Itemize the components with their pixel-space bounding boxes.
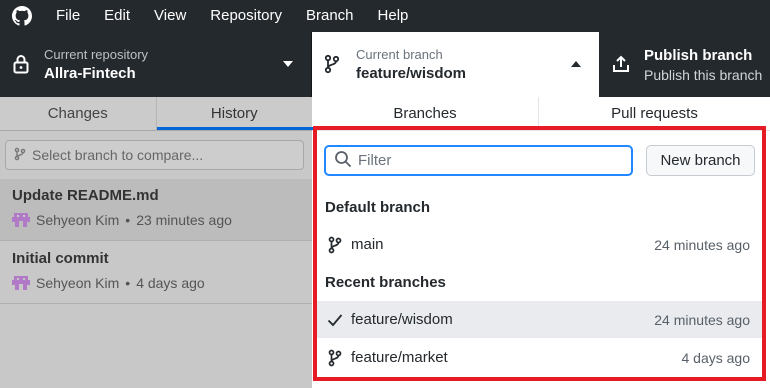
git-branch-icon [324, 54, 342, 74]
chevron-down-icon [283, 61, 293, 67]
current-repository-button[interactable]: Current repository Allra-Fintech [0, 32, 312, 97]
menu-repository[interactable]: Repository [198, 0, 294, 32]
tab-changes[interactable]: Changes [0, 97, 157, 130]
branch-item-feature-market[interactable]: feature/market 4 days ago [317, 339, 762, 376]
current-branch-button[interactable]: Current branch feature/wisdom [312, 32, 599, 97]
git-branch-icon [326, 349, 344, 367]
commit-author: Sehyeon Kim [36, 275, 120, 291]
compare-placeholder: Select branch to compare... [32, 147, 204, 163]
commit-time: 4 days ago [136, 275, 205, 291]
history-pane: Changes History Select branch to compare… [0, 97, 312, 388]
publish-branch-button[interactable]: Publish branch Publish this branch [599, 32, 770, 97]
default-branch-header: Default branch [325, 199, 431, 216]
menu-edit[interactable]: Edit [92, 0, 142, 32]
chevron-up-icon [571, 61, 581, 67]
commit-time: 23 minutes ago [136, 212, 232, 228]
search-icon [334, 150, 352, 171]
recent-branches-header: Recent branches [325, 274, 446, 291]
branch-time: 4 days ago [681, 349, 751, 366]
current-branch-name: feature/wisdom [356, 65, 467, 82]
branch-dropdown-tabs: Branches Pull requests [312, 97, 770, 131]
current-branch-label: Current branch [356, 47, 443, 62]
publish-branch-subtitle: Publish this branch [644, 67, 763, 83]
commit-meta: Sehyeon Kim • 23 minutes ago [12, 212, 300, 228]
lock-icon [12, 54, 30, 74]
menu-bar: File Edit View Repository Branch Help [0, 0, 770, 32]
commit-title: Update README.md [12, 187, 159, 204]
upload-icon [611, 54, 629, 72]
git-branch-icon [14, 147, 26, 164]
avatar [12, 275, 30, 291]
compare-branch-select[interactable]: Select branch to compare... [5, 140, 304, 170]
tab-branches[interactable]: Branches [312, 97, 539, 130]
menu-help[interactable]: Help [366, 0, 421, 32]
menu-file[interactable]: File [44, 0, 92, 32]
branch-filter-field[interactable] [324, 145, 633, 176]
branch-name: feature/wisdom [351, 311, 453, 328]
current-repository-name: Allra-Fintech [44, 65, 136, 82]
git-branch-icon [326, 236, 344, 254]
github-logo-icon [0, 0, 44, 32]
branch-name: feature/market [351, 349, 448, 366]
commit-list-item[interactable]: Update README.md Sehyeon Kim • 23 minute… [0, 179, 312, 241]
check-icon [326, 311, 344, 329]
commit-title: Initial commit [12, 250, 109, 267]
branch-time: 24 minutes ago [654, 311, 750, 328]
menu-branch[interactable]: Branch [294, 0, 366, 32]
current-repository-label: Current repository [44, 47, 149, 62]
avatar [12, 212, 30, 228]
commit-author: Sehyeon Kim [36, 212, 120, 228]
tab-pull-requests[interactable]: Pull requests [539, 97, 770, 130]
commit-separator: • [125, 275, 131, 291]
sidebar-tabs: Changes History [0, 97, 312, 131]
branch-item-main[interactable]: main 24 minutes ago [317, 226, 762, 263]
menu-view[interactable]: View [142, 0, 198, 32]
new-branch-button[interactable]: New branch [646, 145, 755, 176]
commit-meta: Sehyeon Kim • 4 days ago [12, 275, 300, 291]
branch-item-feature-wisdom[interactable]: feature/wisdom 24 minutes ago [317, 301, 762, 338]
commit-separator: • [125, 212, 131, 228]
branch-name: main [351, 236, 384, 253]
branch-time: 24 minutes ago [654, 236, 750, 253]
tab-history[interactable]: History [156, 97, 312, 130]
toolbar: Current repository Allra-Fintech Current… [0, 32, 770, 97]
branch-filter-input[interactable] [358, 152, 618, 169]
commit-list-item[interactable]: Initial commit Sehyeon Kim • 4 days ago [0, 242, 312, 304]
publish-branch-title: Publish branch [644, 47, 753, 64]
